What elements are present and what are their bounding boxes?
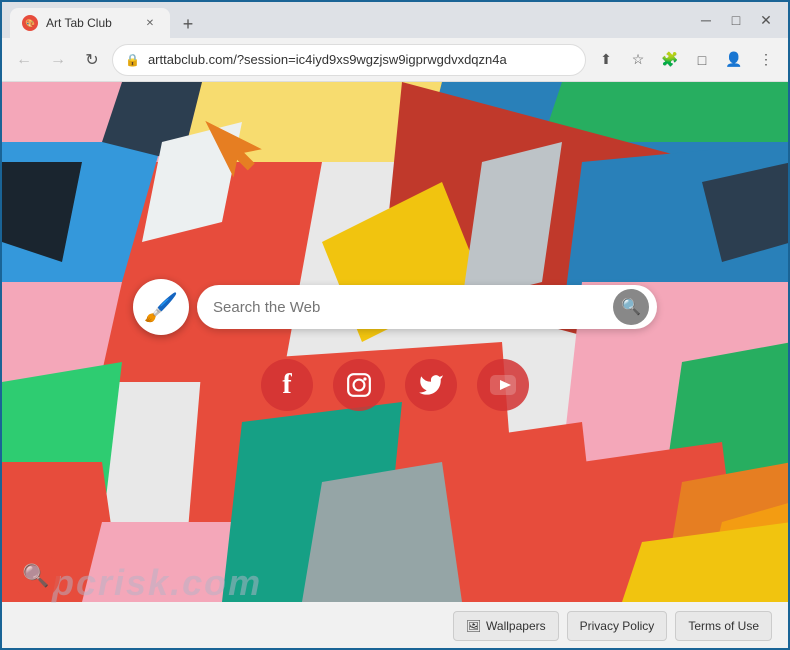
window-controls: ─ □ ✕ (692, 6, 780, 34)
address-bar[interactable]: 🔒 (112, 44, 586, 76)
profile-button[interactable]: 👤 (720, 46, 748, 74)
terms-of-use-button[interactable]: Terms of Use (675, 611, 772, 641)
privacy-policy-label: Privacy Policy (580, 619, 655, 633)
logo-search-row: 🖌️ 🔍 (133, 279, 657, 335)
browser-window: 🎨 Art Tab Club ✕ + ─ □ ✕ ← → ↻ 🔒 ⬆ ☆ 🧩 □… (0, 0, 790, 650)
maximize-button[interactable]: □ (722, 6, 750, 34)
forward-button[interactable]: → (44, 46, 72, 74)
bookmark-button[interactable]: ☆ (624, 46, 652, 74)
search-input[interactable] (213, 299, 613, 316)
center-content: 🖌️ 🔍 f (133, 279, 657, 411)
tab-close-button[interactable]: ✕ (142, 15, 158, 31)
new-tab-button[interactable]: + (174, 10, 202, 38)
privacy-policy-button[interactable]: Privacy Policy (567, 611, 668, 641)
back-button[interactable]: ← (10, 46, 38, 74)
wallpapers-icon: 🖼 (466, 619, 481, 633)
site-logo: 🖌️ (133, 279, 189, 335)
navigation-bar: ← → ↻ 🔒 ⬆ ☆ 🧩 □ 👤 ⋮ (2, 38, 788, 82)
search-button[interactable]: 🔍 (613, 289, 649, 325)
nav-actions: ⬆ ☆ 🧩 □ 👤 ⋮ (592, 46, 780, 74)
watermark: 🔍 (12, 552, 60, 600)
active-tab[interactable]: 🎨 Art Tab Club ✕ (10, 8, 170, 38)
menu-button[interactable]: ⋮ (752, 46, 780, 74)
tab-title: Art Tab Club (46, 16, 112, 30)
wallpapers-button[interactable]: 🖼 Wallpapers (453, 611, 559, 641)
wallpapers-label: Wallpapers (486, 619, 546, 633)
terms-label: Terms of Use (688, 619, 759, 633)
title-bar: 🎨 Art Tab Club ✕ + ─ □ ✕ (2, 2, 788, 38)
tab-favicon: 🎨 (22, 15, 38, 31)
lock-icon: 🔒 (125, 53, 140, 67)
tab-area: 🎨 Art Tab Club ✕ + (10, 2, 680, 38)
instagram-icon[interactable] (333, 359, 385, 411)
twitter-icon[interactable] (405, 359, 457, 411)
social-icons-row: f (261, 359, 529, 411)
extensions-button[interactable]: 🧩 (656, 46, 684, 74)
cast-button[interactable]: □ (688, 46, 716, 74)
bottom-bar: 🖼 Wallpapers Privacy Policy Terms of Use (2, 604, 788, 648)
refresh-button[interactable]: ↻ (78, 46, 106, 74)
minimize-button[interactable]: ─ (692, 6, 720, 34)
page-content: 🖌️ 🔍 f (2, 82, 788, 648)
facebook-icon[interactable]: f (261, 359, 313, 411)
watermark-icon: 🔍 (12, 552, 60, 600)
youtube-icon[interactable] (477, 359, 529, 411)
url-input[interactable] (148, 52, 573, 67)
search-box: 🔍 (197, 285, 657, 329)
share-button[interactable]: ⬆ (592, 46, 620, 74)
close-button[interactable]: ✕ (752, 6, 780, 34)
